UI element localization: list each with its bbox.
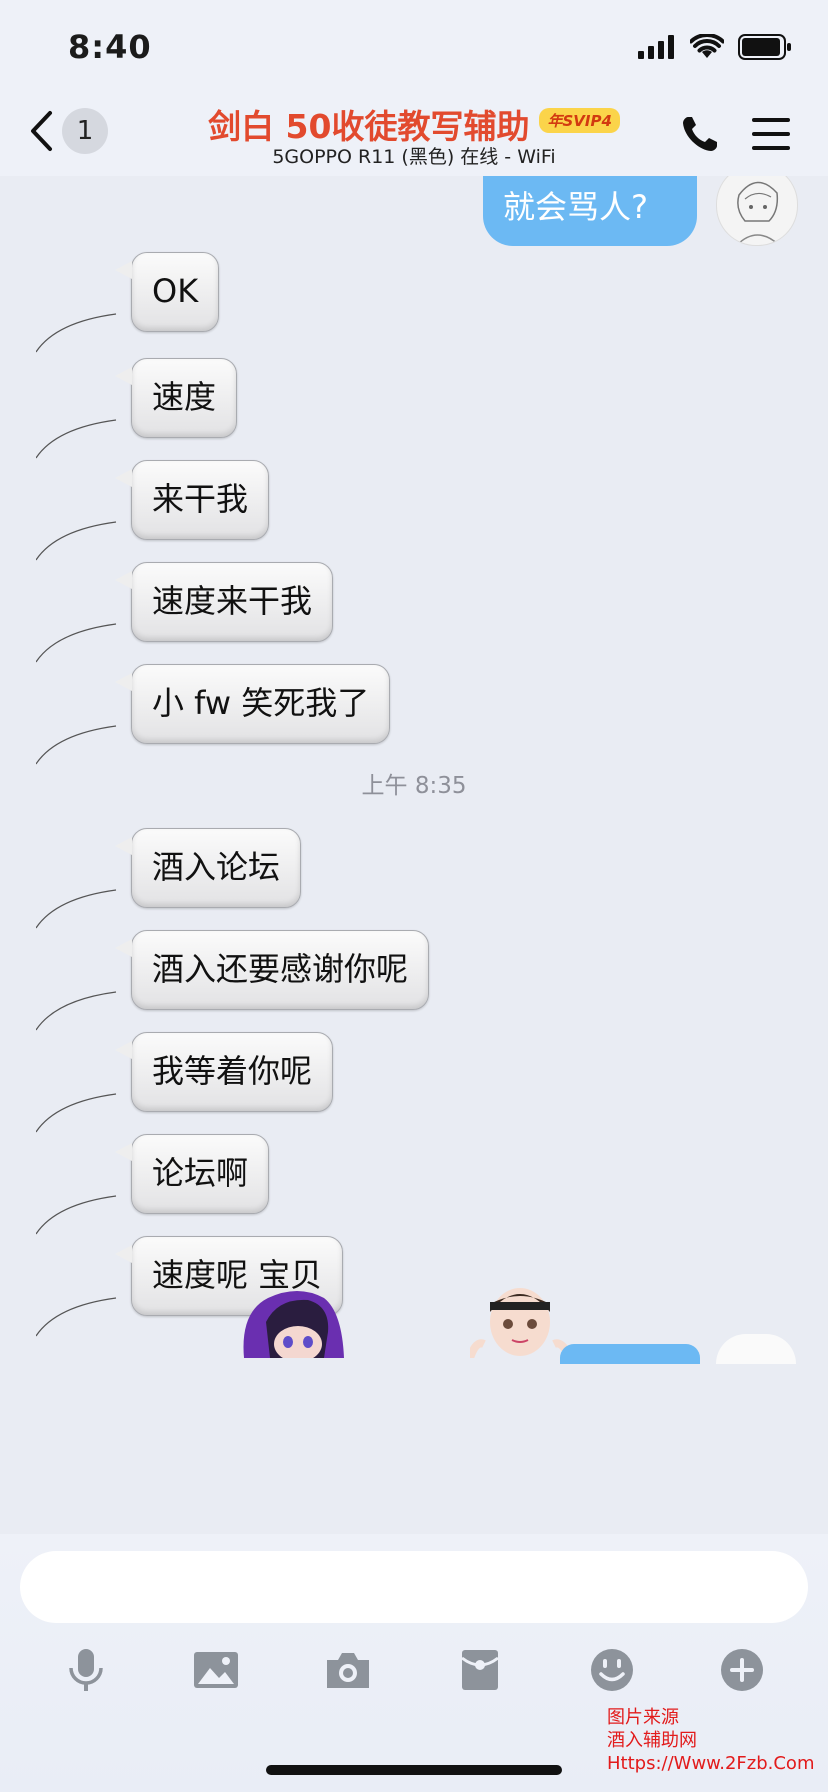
anime-sticker-icon <box>243 1291 344 1358</box>
more-button[interactable] <box>718 1646 766 1694</box>
image-button[interactable] <box>192 1646 240 1694</box>
bubble-tail <box>36 725 117 765</box>
watermark-line: 酒入辅助网 <box>607 1730 697 1751</box>
contact-name[interactable]: 剑白 50收徒教写辅助 <box>208 100 529 148</box>
camera-icon <box>327 1653 369 1688</box>
battery-icon <box>738 34 791 60</box>
incoming-message[interactable]: 酒入还要感谢你呢 <box>114 930 430 1010</box>
bubble-tail <box>36 313 117 353</box>
bubble-tail <box>36 1093 117 1133</box>
vip-badge[interactable]: 年SVIP4 <box>539 107 620 133</box>
watermark-line: 图片来源 <box>607 1707 679 1728</box>
status-time: 8:40 <box>68 28 152 66</box>
phone-icon <box>683 117 717 151</box>
watermark-line: Https://Www.2Fzb.Com <box>607 1753 815 1774</box>
red-packet-button[interactable] <box>456 1646 504 1694</box>
bubble-tail <box>36 623 117 663</box>
camera-button[interactable] <box>324 1646 372 1694</box>
chat-header: 1 剑白 50收徒教写辅助 年SVIP4 5GOPPO R11 (黑色) 在线 -… <box>0 100 828 176</box>
menu-button[interactable] <box>752 116 790 156</box>
home-indicator[interactable] <box>266 1765 562 1775</box>
voice-button[interactable] <box>62 1646 110 1694</box>
emoji-icon <box>591 1649 633 1691</box>
incoming-message[interactable]: 来干我 <box>114 460 270 540</box>
bubble-tail <box>36 1195 117 1235</box>
bubble-tail <box>36 419 117 459</box>
bubble-tail <box>36 521 117 561</box>
call-button[interactable] <box>680 114 720 158</box>
emoji-button[interactable] <box>588 1646 636 1694</box>
my-avatar[interactable] <box>716 176 798 246</box>
sticker-image[interactable] <box>238 1282 348 1358</box>
message-input[interactable] <box>20 1551 808 1623</box>
menu-icon <box>752 118 790 150</box>
incoming-message[interactable]: 酒入论坛 <box>114 828 302 908</box>
image-icon <box>194 1652 238 1688</box>
status-bar: 8:40 <box>0 0 828 100</box>
outgoing-message-peek[interactable] <box>560 1344 700 1364</box>
signal-icon <box>638 35 674 59</box>
red-packet-icon <box>461 1650 499 1690</box>
incoming-message[interactable]: 速度来干我 <box>114 562 334 642</box>
status-icons <box>638 34 792 60</box>
plus-icon <box>721 1649 763 1691</box>
anime-avatar-icon <box>736 181 780 245</box>
bubble-tail <box>36 1297 117 1337</box>
bubble-tail <box>36 991 117 1031</box>
wifi-icon <box>690 34 724 58</box>
incoming-message[interactable]: OK <box>114 252 220 332</box>
message-timestamp: 上午 8:35 <box>361 773 467 799</box>
bubble-tail <box>36 889 117 929</box>
microphone-icon <box>69 1649 103 1691</box>
incoming-message[interactable]: 我等着你呢 <box>114 1032 334 1112</box>
watermark: 图片来源 酒入辅助网 Https://Www.2Fzb.Com <box>607 1706 814 1775</box>
message-list[interactable]: 就会骂人? OK 速度 来干我 速度来干我 小 fw 笑死我了 上午 8:35 … <box>0 176 828 1534</box>
outgoing-message[interactable]: 就会骂人? <box>483 176 697 246</box>
incoming-message[interactable]: 小 fw 笑死我了 <box>114 664 391 744</box>
incoming-message[interactable]: 速度 <box>114 358 238 438</box>
incoming-message[interactable]: 论坛啊 <box>114 1134 270 1214</box>
